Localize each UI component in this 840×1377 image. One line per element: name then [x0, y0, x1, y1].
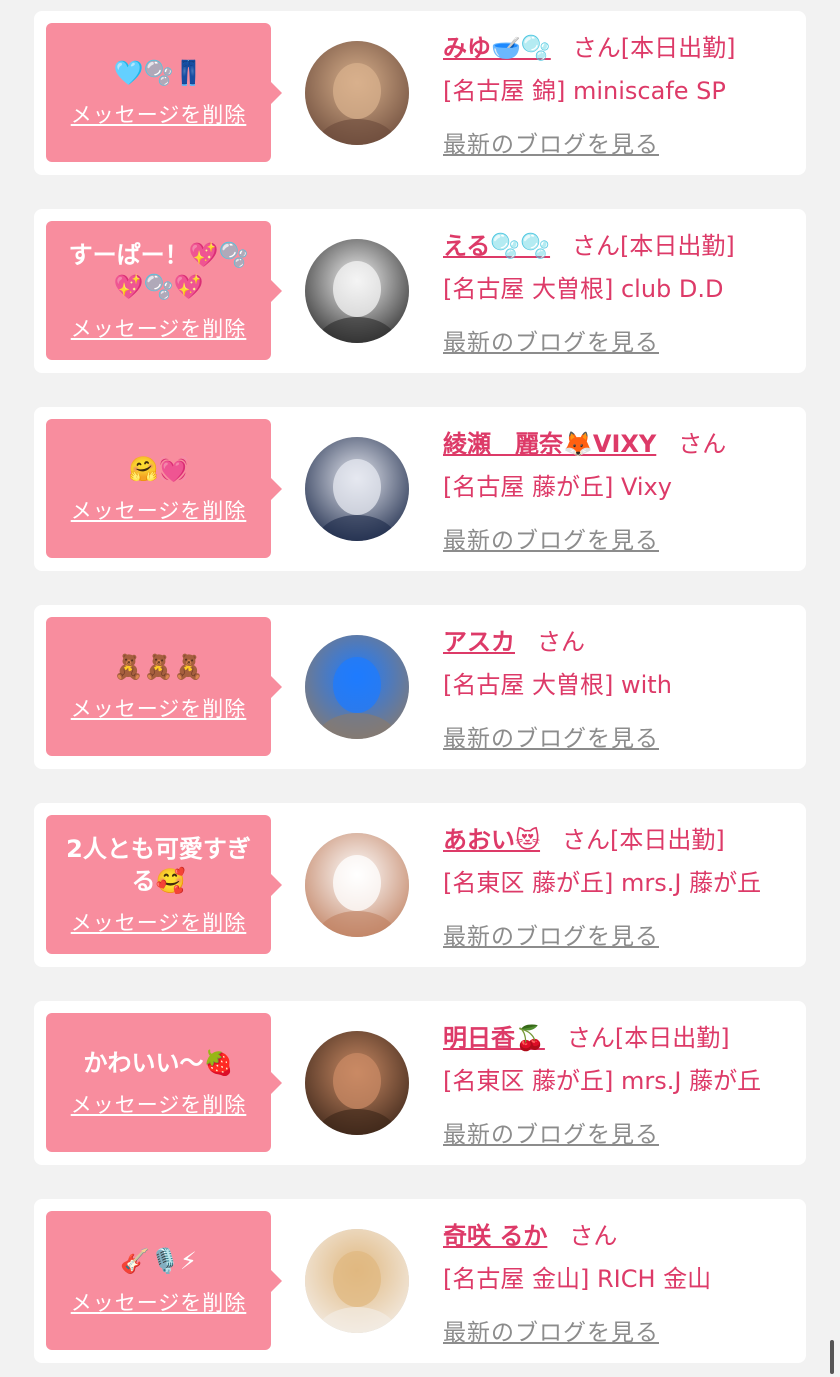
avatar-cat-filter-icon — [305, 239, 409, 343]
delete-message-link[interactable]: メッセージを削除 — [71, 907, 247, 937]
avatar[interactable] — [305, 635, 409, 739]
delete-message-link[interactable]: メッセージを削除 — [71, 693, 247, 723]
favorite-card: 🧸🧸🧸 メッセージを削除 アスカ さん [名古屋 大曽根] with 最新のブロ… — [34, 605, 806, 769]
delete-message-link[interactable]: メッセージを削除 — [71, 1287, 247, 1317]
avatar[interactable] — [305, 833, 409, 937]
delete-message-link[interactable]: メッセージを削除 — [71, 1089, 247, 1119]
delete-message-link[interactable]: メッセージを削除 — [71, 495, 247, 525]
message-text: 🎸🎙️⚡ — [120, 1246, 197, 1275]
shop-label: [名東区 藤が丘] mrs.J 藤が丘 — [443, 1067, 762, 1095]
work-status: [本日出勤] — [614, 1024, 730, 1052]
favorite-card: 🤗💓 メッセージを削除 綾瀬 麗奈🦊VIXY さん [名古屋 藤が丘] Vixy… — [34, 407, 806, 571]
message-text: すーぱー！💖🫧💖🫧💖 — [68, 240, 249, 301]
avatar-photo-icon — [305, 1031, 409, 1135]
favorite-card: かわいい〜🍓 メッセージを削除 明日香🍒 さん[本日出勤] [名東区 藤が丘] … — [34, 1001, 806, 1165]
view-latest-blog-link[interactable]: 最新のブログを見る — [443, 125, 659, 159]
view-latest-blog-link[interactable]: 最新のブログを見る — [443, 917, 659, 951]
message-bubble: 🧸🧸🧸 メッセージを削除 — [46, 617, 282, 756]
favorites-message-list: 🩵🫧👖 メッセージを削除 みゆ🥣🫧 さん[本日出勤] [名古屋 錦] minis… — [0, 0, 840, 1377]
avatar[interactable] — [305, 1229, 409, 1333]
honorific-label: さん — [569, 1222, 618, 1250]
honorific-label: さん[本日出勤] — [572, 232, 735, 260]
member-name-link[interactable]: あおい😻 — [443, 826, 540, 854]
name-line: あおい😻 さん[本日出勤] — [443, 819, 798, 861]
avatar[interactable] — [305, 41, 409, 145]
favorite-card: すーぱー！💖🫧💖🫧💖 メッセージを削除 える🫧🫧 さん[本日出勤] [名古屋 大… — [34, 209, 806, 373]
favorite-card: 2人とも可愛すぎる🥰 メッセージを削除 あおい😻 さん[本日出勤] [名東区 藤… — [34, 803, 806, 967]
message-text: かわいい〜🍓 — [83, 1048, 234, 1077]
honorific-label: さん[本日出勤] — [562, 826, 725, 854]
favorite-card: 🩵🫧👖 メッセージを削除 みゆ🥣🫧 さん[本日出勤] [名古屋 錦] minis… — [34, 11, 806, 175]
message-text: 🧸🧸🧸 — [113, 652, 204, 681]
member-info: 奇咲 るか さん [名古屋 金山] RICH 金山 最新のブログを見る — [443, 1215, 798, 1347]
avatar[interactable] — [305, 1031, 409, 1135]
member-info: 綾瀬 麗奈🦊VIXY さん [名古屋 藤が丘] Vixy 最新のブログを見る — [443, 423, 798, 555]
work-status: [本日出勤] — [620, 232, 735, 260]
member-name-link[interactable]: 奇咲 るか — [443, 1222, 547, 1250]
avatar[interactable] — [305, 437, 409, 541]
honorific-label: さん — [678, 430, 727, 458]
name-line: 明日香🍒 さん[本日出勤] — [443, 1017, 798, 1059]
member-info: 明日香🍒 さん[本日出勤] [名東区 藤が丘] mrs.J 藤が丘 最新のブログを… — [443, 1017, 798, 1149]
name-line: みゆ🥣🫧 さん[本日出勤] — [443, 27, 798, 69]
honorific-label: さん[本日出勤] — [572, 34, 736, 62]
avatar-blue-heart-icon — [305, 635, 409, 739]
shop-label: [名古屋 藤が丘] Vixy — [443, 473, 672, 501]
work-status: [本日出勤] — [620, 34, 736, 62]
message-bubble: 🤗💓 メッセージを削除 — [46, 419, 282, 558]
message-text: 2人とも可愛すぎる🥰 — [66, 834, 251, 895]
member-name-link[interactable]: アスカ — [443, 628, 515, 656]
message-bubble: 🩵🫧👖 メッセージを削除 — [46, 23, 282, 162]
member-name-link[interactable]: える🫧🫧 — [443, 232, 550, 260]
member-info: みゆ🥣🫧 さん[本日出勤] [名古屋 錦] miniscafe SP 最新のブログ… — [443, 27, 798, 159]
shop-label: [名古屋 錦] miniscafe SP — [443, 77, 726, 105]
honorific-label: さん[本日出勤] — [566, 1024, 730, 1052]
message-bubble: すーぱー！💖🫧💖🫧💖 メッセージを削除 — [46, 221, 282, 360]
shop-label: [名古屋 大曽根] club D.D — [443, 275, 724, 303]
view-latest-blog-link[interactable]: 最新のブログを見る — [443, 1313, 659, 1347]
member-info: あおい😻 さん[本日出勤] [名東区 藤が丘] mrs.J 藤が丘 最新のブログを… — [443, 819, 798, 951]
name-line: える🫧🫧 さん[本日出勤] — [443, 225, 798, 267]
member-info: える🫧🫧 さん[本日出勤] [名古屋 大曽根] club D.D 最新のブログを見… — [443, 225, 798, 357]
avatar-lace-photo-icon — [305, 437, 409, 541]
message-bubble: 2人とも可愛すぎる🥰 メッセージを削除 — [46, 815, 282, 954]
message-text: 🩵🫧👖 — [113, 58, 204, 87]
message-text: 🤗💓 — [128, 454, 189, 483]
honorific-label: さん — [537, 628, 585, 656]
member-name-link[interactable]: 綾瀬 麗奈🦊VIXY — [443, 430, 656, 458]
favorite-card: 🎸🎙️⚡ メッセージを削除 奇咲 るか さん [名古屋 金山] RICH 金山 … — [34, 1199, 806, 1363]
view-latest-blog-link[interactable]: 最新のブログを見る — [443, 1115, 659, 1149]
shop-label: [名古屋 大曽根] with — [443, 671, 672, 699]
scrollbar[interactable] — [830, 1340, 834, 1374]
avatar[interactable] — [305, 239, 409, 343]
name-line: 綾瀬 麗奈🦊VIXY さん — [443, 423, 798, 465]
member-info: アスカ さん [名古屋 大曽根] with 最新のブログを見る — [443, 621, 798, 753]
member-name-link[interactable]: 明日香🍒 — [443, 1024, 545, 1052]
avatar-photo-icon — [305, 41, 409, 145]
delete-message-link[interactable]: メッセージを削除 — [71, 99, 247, 129]
name-line: 奇咲 るか さん — [443, 1215, 798, 1257]
view-latest-blog-link[interactable]: 最新のブログを見る — [443, 323, 659, 357]
shop-label: [名古屋 金山] RICH 金山 — [443, 1265, 712, 1293]
shop-label: [名東区 藤が丘] mrs.J 藤が丘 — [443, 869, 762, 897]
message-bubble: 🎸🎙️⚡ メッセージを削除 — [46, 1211, 282, 1350]
view-latest-blog-link[interactable]: 最新のブログを見る — [443, 719, 659, 753]
message-bubble: かわいい〜🍓 メッセージを削除 — [46, 1013, 282, 1152]
work-status: [本日出勤] — [610, 826, 725, 854]
name-line: アスカ さん — [443, 621, 798, 663]
member-name-link[interactable]: みゆ🥣🫧 — [443, 34, 551, 62]
delete-message-link[interactable]: メッセージを削除 — [71, 313, 247, 343]
avatar-white-heart-icon — [305, 833, 409, 937]
avatar-magazine-cover-icon — [305, 1229, 409, 1333]
view-latest-blog-link[interactable]: 最新のブログを見る — [443, 521, 659, 555]
